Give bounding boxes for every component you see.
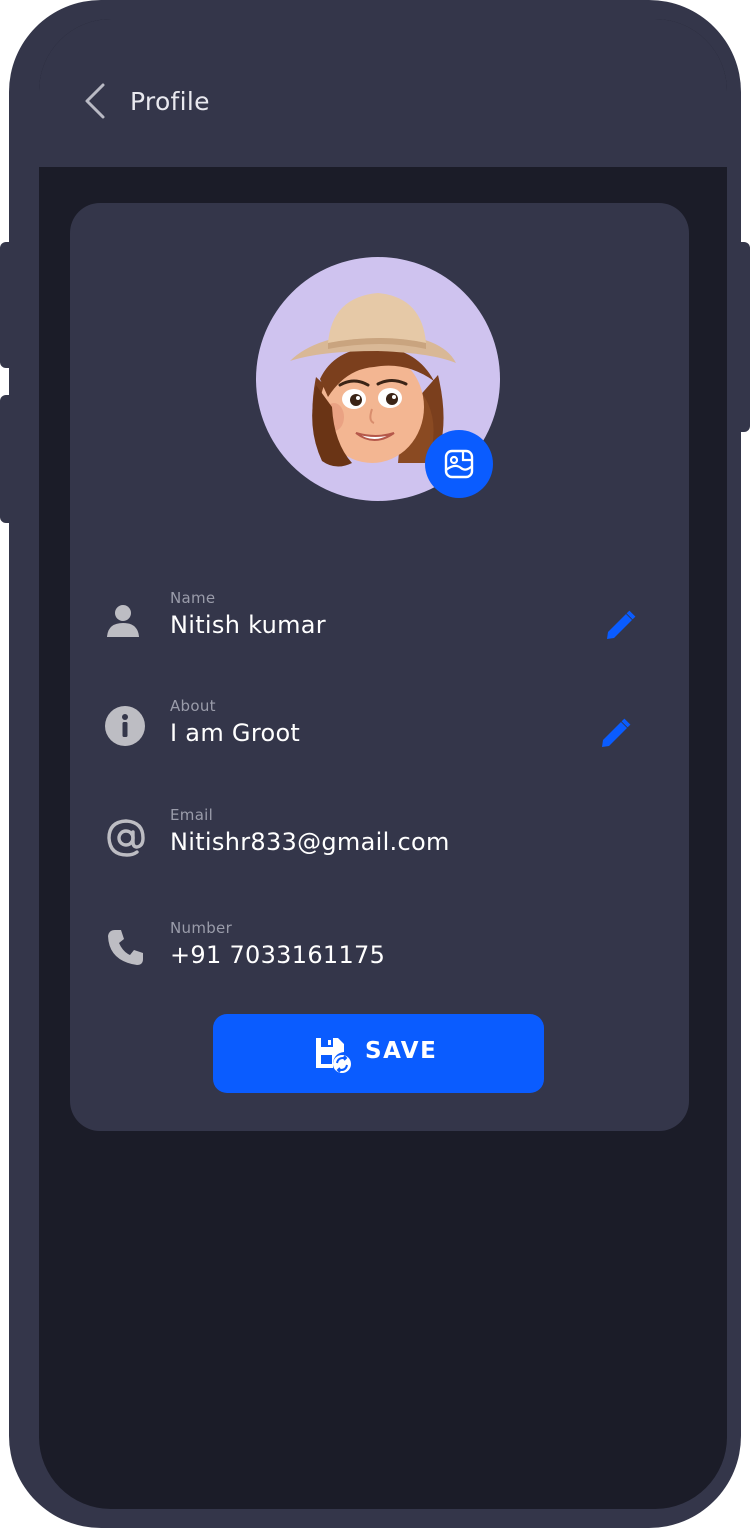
phone-label: Number [170, 919, 233, 937]
app-bar: Profile [39, 19, 727, 167]
person-icon [107, 605, 139, 637]
name-value: Nitish kumar [170, 611, 326, 639]
about-value: I am Groot [170, 719, 301, 747]
phone-frame: Profile Name Nitish kumar About I am Gro… [9, 0, 741, 1528]
page-title: Profile [130, 87, 210, 116]
profile-card: Name Nitish kumar About I am Groot Email… [70, 203, 689, 1131]
about-label: About [170, 697, 216, 715]
phone-value: +91 7033161175 [170, 941, 386, 969]
save-sync-icon [316, 1038, 351, 1073]
phone-icon [108, 930, 143, 965]
info-icon [105, 706, 145, 746]
edit-about-button[interactable] [598, 717, 632, 751]
edit-name-button[interactable] [603, 609, 637, 643]
name-label: Name [170, 589, 216, 607]
back-button[interactable] [81, 81, 111, 121]
at-icon [107, 819, 145, 857]
name-field: Name Nitish kumar [70, 589, 689, 669]
email-field: Email Nitishr833@gmail.com [70, 806, 689, 886]
change-avatar-button[interactable] [425, 430, 493, 498]
pencil-icon [602, 718, 631, 747]
email-label: Email [170, 806, 214, 824]
save-button[interactable]: SAVE [213, 1014, 544, 1093]
pencil-icon [607, 610, 636, 639]
email-value: Nitishr833@gmail.com [170, 828, 450, 856]
about-field: About I am Groot [70, 697, 689, 777]
save-button-label: SAVE [365, 1038, 438, 1064]
screen: Profile Name Nitish kumar About I am Gro… [39, 19, 727, 1509]
image-edit-icon [444, 449, 474, 479]
phone-field: Number +91 7033161175 [70, 919, 689, 999]
chevron-left-icon [85, 83, 105, 119]
